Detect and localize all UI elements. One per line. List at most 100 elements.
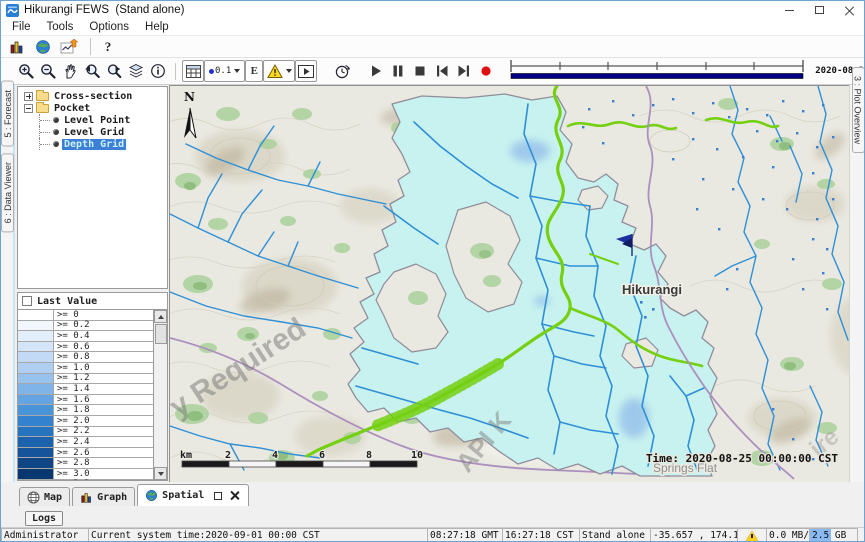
legend-row: >= 2.8 <box>18 458 153 469</box>
data-display-icon <box>9 39 25 55</box>
left-panel-column: Cross-sectionPocketLevel PointLevel Grid… <box>15 85 169 482</box>
legend-label: >= 0.4 <box>54 331 153 341</box>
zoom-in-button[interactable] <box>15 60 37 82</box>
filter-tree: Cross-sectionPocketLevel PointLevel Grid… <box>17 86 168 289</box>
tree-node-pocket[interactable]: Pocket <box>18 102 167 114</box>
layers-button[interactable] <box>125 60 147 82</box>
play-button[interactable] <box>365 60 387 82</box>
tree-node-level-grid[interactable]: Level Grid <box>18 126 167 138</box>
status-coordinates: -35.657 , 174.199 <box>650 528 738 542</box>
grid-display-button[interactable] <box>182 60 204 82</box>
zoom-next-button[interactable] <box>103 60 125 82</box>
chart-up-icon <box>60 39 78 55</box>
pan-button[interactable] <box>59 60 81 82</box>
zoom-in-icon <box>18 63 35 80</box>
timeline-icon <box>507 57 807 81</box>
help-button[interactable]: ? <box>97 36 119 58</box>
close-button[interactable] <box>834 1 864 19</box>
data-display-button[interactable] <box>6 36 28 58</box>
logs-button[interactable]: Logs <box>25 511 63 526</box>
class-interval-button[interactable]: 0.1 <box>204 60 245 82</box>
menu-options[interactable]: Options <box>81 20 137 34</box>
last-frame-button[interactable] <box>453 60 475 82</box>
tree-node-cross-section[interactable]: Cross-section <box>18 90 167 102</box>
maximize-button[interactable] <box>804 1 834 19</box>
collapse-icon[interactable] <box>24 104 33 113</box>
tab-map[interactable]: Map <box>19 487 70 506</box>
first-frame-button[interactable] <box>431 60 453 82</box>
dock-tab-forecast[interactable]: 5 : Forecast <box>1 81 14 147</box>
legend-row: >= 1.6 <box>18 395 153 406</box>
status-text: Current system time:2020-09-01 00:00 CST <box>91 530 320 541</box>
animation-button[interactable] <box>295 60 317 82</box>
tab-spatial[interactable]: Spatial <box>137 484 249 506</box>
legend-row: >= 1.8 <box>18 405 153 416</box>
status-text: Stand alone <box>582 530 645 541</box>
legend-row: >= 0.8 <box>18 352 153 363</box>
scroll-up-button[interactable] <box>154 310 167 323</box>
panel-maximize-icon[interactable] <box>214 492 222 500</box>
arrow-down-icon <box>158 472 164 476</box>
status-system-time: Current system time:2020-09-01 00:00 CST <box>88 528 428 542</box>
scrollbar-thumb[interactable] <box>155 324 167 344</box>
info-button[interactable] <box>147 60 169 82</box>
last-value-checkbox[interactable] <box>22 296 32 306</box>
status-memory: 2.5 GB <box>809 528 858 542</box>
legend-label: >= 1.8 <box>54 405 153 415</box>
bar-chart-icon <box>80 491 93 504</box>
scale-button[interactable]: E <box>245 60 263 82</box>
menu-help[interactable]: Help <box>137 20 177 34</box>
right-dock: 3 : Plot Overview <box>849 85 865 482</box>
legend-swatch <box>18 437 54 447</box>
warning-status-icon[interactable] <box>746 531 758 541</box>
tree-node-label[interactable]: Depth Grid <box>62 139 126 150</box>
pause-icon <box>391 64 405 78</box>
pause-button[interactable] <box>387 60 409 82</box>
toolbar-separator <box>175 63 176 80</box>
timer-button[interactable] <box>331 60 353 82</box>
tree-node-label[interactable]: Cross-section <box>52 91 134 102</box>
tree-node-depth-grid[interactable]: Depth Grid <box>18 138 167 150</box>
thresholds-button[interactable] <box>263 60 295 82</box>
svg-text:km: km <box>180 450 192 461</box>
dock-tab-data-viewer[interactable]: 6 : Data Viewer <box>1 153 14 232</box>
left-dock: 5 : Forecast 6 : Data Viewer <box>1 85 15 482</box>
menu-bar: FileToolsOptionsHelp <box>1 19 864 36</box>
tree-node-label[interactable]: Level Grid <box>62 127 126 138</box>
tab-graph[interactable]: Graph <box>72 487 135 506</box>
tree-node-label[interactable]: Level Point <box>62 115 132 126</box>
record-button[interactable] <box>475 60 497 82</box>
stop-button[interactable] <box>409 60 431 82</box>
legend-swatch <box>18 384 54 394</box>
legend-scrollbar[interactable] <box>153 310 167 480</box>
menu-tools[interactable]: Tools <box>39 20 82 34</box>
expand-icon[interactable] <box>24 92 33 101</box>
spatial-display-button[interactable] <box>32 36 54 58</box>
chevron-down-icon <box>234 69 240 73</box>
scale-icon: E <box>251 65 258 77</box>
tree-node-label[interactable]: Pocket <box>52 103 92 114</box>
menu-file[interactable]: File <box>4 20 39 34</box>
map-toolbar: 0.1 E <box>1 58 864 85</box>
dock-tab-plot-overview[interactable]: 3 : Plot Overview <box>852 67 865 153</box>
arrow-up-icon <box>158 315 164 319</box>
map-canvas[interactable]: y Required API K ire Hikurangi Springs F… <box>170 86 849 482</box>
legend-swatch <box>18 363 54 373</box>
timeline-slider[interactable] <box>507 57 807 86</box>
pan-hand-icon <box>62 63 78 79</box>
legend-label: >= 1.6 <box>54 395 153 405</box>
help-icon: ? <box>105 39 112 55</box>
town-label: Hikurangi <box>622 282 682 297</box>
legend-swatch <box>18 321 54 331</box>
zoom-out-button[interactable] <box>37 60 59 82</box>
application-window: Hikurangi FEWS (Stand alone) FileToolsOp… <box>0 0 865 542</box>
scroll-down-button[interactable] <box>154 467 167 480</box>
zoom-previous-button[interactable] <box>81 60 103 82</box>
minimize-button[interactable] <box>774 1 804 19</box>
chart-up-button[interactable] <box>58 36 80 58</box>
node-bullet-icon <box>53 117 59 123</box>
tree-node-level-point[interactable]: Level Point <box>18 114 167 126</box>
legend-panel: Last Value >= 0>= 0.2>= 0.4>= 0.6>= 0.8>… <box>17 292 168 481</box>
panel-close-icon[interactable] <box>230 491 239 500</box>
legend-swatch <box>18 458 54 468</box>
